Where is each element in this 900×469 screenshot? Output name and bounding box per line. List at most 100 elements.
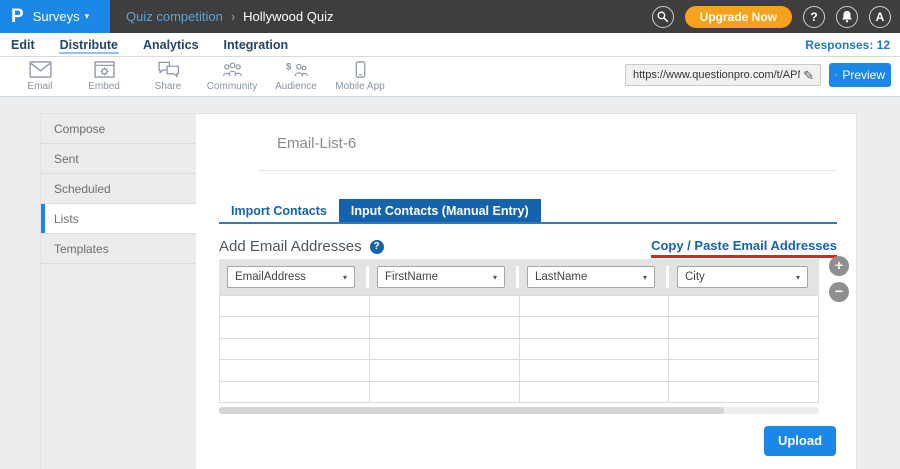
nav-item-distribute[interactable]: Distribute [59, 35, 119, 54]
contact-cell[interactable] [520, 317, 670, 338]
copy-paste-email-addresses-link[interactable]: Copy / Paste Email Addresses [651, 238, 837, 253]
contact-cell[interactable] [220, 382, 370, 403]
contact-cell[interactable] [220, 296, 370, 317]
contact-cell[interactable] [520, 296, 670, 317]
column-header-cell: City ▾ [669, 266, 819, 288]
channel-share[interactable]: Share [136, 61, 200, 92]
survey-url-input[interactable] [626, 69, 803, 81]
questionpro-logo: P [11, 7, 24, 26]
breadcrumb-separator-icon: › [231, 9, 235, 24]
mobile-icon [355, 61, 366, 78]
sidebar-item-scheduled[interactable]: Scheduled [41, 174, 196, 204]
column-select-firstname[interactable]: FirstName ▾ [377, 266, 505, 288]
channel-community[interactable]: Community [200, 61, 264, 92]
contact-cell[interactable] [669, 317, 819, 338]
tab-import-contacts[interactable]: Import Contacts [219, 199, 339, 222]
upgrade-now-button[interactable]: Upgrade Now [685, 6, 792, 28]
channel-audience[interactable]: $ Audience [264, 61, 328, 92]
sidebar-item-lists[interactable]: Lists [41, 204, 196, 234]
caret-down-icon: ▾ [343, 273, 347, 282]
contacts-table-header: EmailAddress ▾ FirstName ▾ LastName ▾ [219, 259, 819, 295]
contact-cell[interactable] [520, 360, 670, 381]
sidebar-item-compose[interactable]: Compose [41, 114, 196, 144]
contacts-table: EmailAddress ▾ FirstName ▾ LastName ▾ [219, 259, 819, 414]
audience-icon: $ [285, 61, 308, 78]
contact-cell[interactable] [370, 360, 520, 381]
breadcrumb-current: Hollywood Quiz [243, 9, 333, 24]
contact-cell[interactable] [370, 382, 520, 403]
channel-mobile-app[interactable]: Mobile App [328, 61, 392, 92]
contact-cell[interactable] [669, 360, 819, 381]
contact-cell[interactable] [370, 296, 520, 317]
channel-label: Mobile App [335, 81, 384, 92]
sidebar-item-label: Lists [54, 212, 79, 226]
sidebar-item-label: Compose [54, 122, 105, 136]
breadcrumb: Quiz competition › Hollywood Quiz [126, 9, 334, 24]
responses-count[interactable]: Responses: 12 [805, 38, 890, 52]
contact-cell[interactable] [220, 317, 370, 338]
share-icon [157, 61, 180, 78]
svg-text:$: $ [286, 62, 292, 73]
section-heading: Add Email Addresses [219, 238, 362, 255]
contact-cell[interactable] [370, 317, 520, 338]
channel-embed[interactable]: Embed [72, 61, 136, 92]
contact-cell[interactable] [220, 339, 370, 360]
contact-cell[interactable] [520, 382, 670, 403]
contact-cell[interactable] [370, 339, 520, 360]
select-value: FirstName [385, 271, 438, 283]
contacts-table-body [219, 295, 819, 403]
contacts-tabs: Import Contacts Input Contacts (Manual E… [219, 199, 837, 224]
channel-label: Audience [275, 81, 317, 92]
tab-input-contacts-manual[interactable]: Input Contacts (Manual Entry) [339, 199, 541, 222]
list-content: Email-List-6 Import Contacts Input Conta… [196, 114, 856, 469]
distribute-toolbar: Email Embed Share [0, 57, 900, 97]
add-row-button[interactable]: + [829, 256, 849, 276]
sidebar-item-templates[interactable]: Templates [41, 234, 196, 264]
column-select-emailaddress[interactable]: EmailAddress ▾ [227, 266, 355, 288]
account-avatar[interactable]: A [869, 6, 891, 28]
upload-button[interactable]: Upload [764, 426, 836, 456]
column-header-cell: LastName ▾ [519, 266, 669, 288]
top-bar-actions: Upgrade Now ? A [652, 6, 900, 28]
breadcrumb-parent[interactable]: Quiz competition [126, 9, 223, 24]
contact-cell[interactable] [669, 382, 819, 403]
column-select-city[interactable]: City ▾ [677, 266, 808, 288]
product-menu[interactable]: P Surveys ▾ [0, 0, 110, 33]
remove-row-button[interactable]: − [829, 282, 849, 302]
channel-label: Community [207, 81, 258, 92]
contact-cell[interactable] [669, 339, 819, 360]
nav-item-edit[interactable]: Edit [10, 35, 36, 54]
email-lists-panel: Compose Sent Scheduled Lists Templates E… [40, 113, 857, 469]
upload-row: Upload [196, 426, 836, 456]
preview-label: Preview [842, 68, 885, 82]
product-menu-label: Surveys [33, 9, 80, 24]
help-icon[interactable]: ? [370, 240, 384, 254]
column-select-lastname[interactable]: LastName ▾ [527, 266, 655, 288]
channel-label: Email [27, 81, 52, 92]
email-sidebar: Compose Sent Scheduled Lists Templates [41, 114, 196, 469]
contact-cell[interactable] [520, 339, 670, 360]
embed-icon [94, 61, 115, 78]
chevron-down-icon: ▾ [85, 11, 90, 22]
nav-item-integration[interactable]: Integration [223, 35, 290, 54]
preview-button[interactable]: Preview [829, 63, 891, 87]
top-bar: P Surveys ▾ Quiz competition › Hollywood… [0, 0, 900, 33]
edit-url-pencil-icon[interactable]: ✎ [803, 69, 820, 82]
eye-icon [835, 70, 837, 80]
table-horizontal-scrollbar[interactable] [219, 407, 819, 414]
search-icon [656, 10, 669, 23]
scrollbar-thumb[interactable] [219, 407, 724, 414]
channel-buttons: Email Embed Share [8, 61, 392, 92]
caret-down-icon: ▾ [493, 273, 497, 282]
contact-cell[interactable] [669, 296, 819, 317]
nav-item-analytics[interactable]: Analytics [142, 35, 200, 54]
help-button[interactable]: ? [803, 6, 825, 28]
sidebar-item-sent[interactable]: Sent [41, 144, 196, 174]
search-button[interactable] [652, 6, 674, 28]
notifications-button[interactable] [836, 6, 858, 28]
survey-nav: Edit Distribute Analytics Integration Re… [0, 33, 900, 57]
channel-email[interactable]: Email [8, 61, 72, 92]
channel-label: Embed [88, 81, 120, 92]
select-value: EmailAddress [235, 271, 306, 283]
contact-cell[interactable] [220, 360, 370, 381]
